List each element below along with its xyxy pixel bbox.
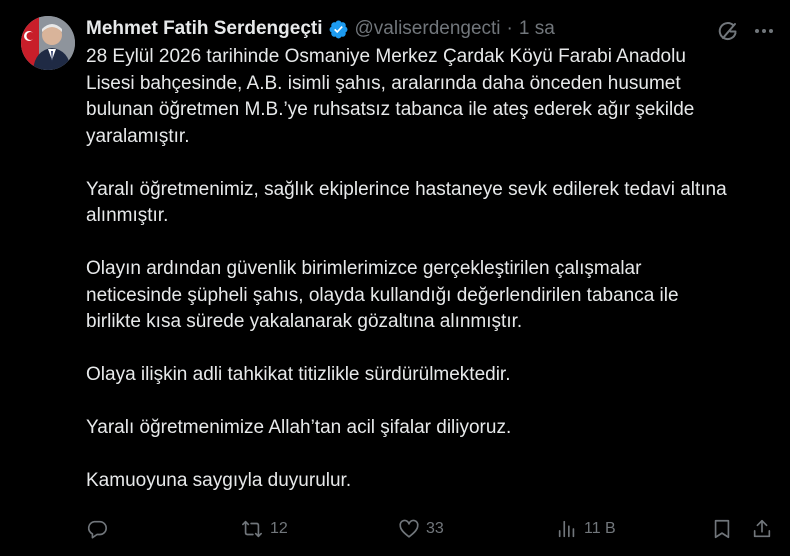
share-button[interactable]: [751, 514, 773, 544]
tweet-text: 28 Eylül 2026 tarihinde Osmaniye Merkez …: [86, 44, 776, 521]
repost-count: 12: [270, 520, 288, 537]
repost-button[interactable]: 12: [240, 514, 288, 544]
repost-icon: [242, 520, 262, 538]
share-icon: [753, 519, 771, 538]
bookmark-button[interactable]: [711, 514, 733, 544]
timestamp[interactable]: 1 sa: [519, 18, 555, 40]
tweet-paragraph: Olaya ilişkin adli tahkikat titizlikle s…: [86, 364, 511, 385]
tweet-paragraph: Yaralı öğretmenimiz, sağlık ekiplerince …: [86, 178, 727, 227]
avatar-portrait-icon: [21, 16, 75, 70]
separator-dot: ·: [506, 18, 513, 39]
like-count: 33: [426, 520, 444, 537]
display-name[interactable]: Mehmet Fatih Serdengeçti: [86, 18, 323, 40]
reply-icon: [87, 520, 107, 539]
views-button[interactable]: 11 B: [556, 514, 616, 544]
user-handle[interactable]: @valiserdengecti: [355, 18, 501, 40]
verified-badge-icon[interactable]: [328, 19, 349, 40]
tweet-header: Mehmet Fatih Serdengeçti @valiserdengect…: [86, 15, 555, 43]
tweet-paragraph: 28 Eylül 2026 tarihinde Osmaniye Merkez …: [86, 46, 695, 147]
tweet[interactable]: Mehmet Fatih Serdengeçti @valiserdengect…: [0, 0, 790, 556]
like-button[interactable]: 33: [398, 514, 444, 544]
tweet-paragraph: Kamuoyuna saygıyla duyurulur.: [86, 470, 352, 491]
bookmark-icon: [714, 519, 730, 539]
tweet-paragraph: Olayın ardından güvenlik birimlerimizce …: [86, 258, 679, 332]
views-count: 11 B: [584, 520, 616, 537]
reply-button[interactable]: [86, 514, 114, 544]
action-bar: 12 33 11 B: [0, 514, 790, 544]
more-icon[interactable]: [752, 19, 776, 43]
views-icon: [558, 520, 575, 538]
heart-icon: [399, 519, 419, 538]
avatar[interactable]: [21, 16, 75, 70]
grok-icon[interactable]: [716, 19, 740, 43]
tweet-paragraph: Yaralı öğretmenimize Allah’tan acil şifa…: [86, 417, 512, 438]
